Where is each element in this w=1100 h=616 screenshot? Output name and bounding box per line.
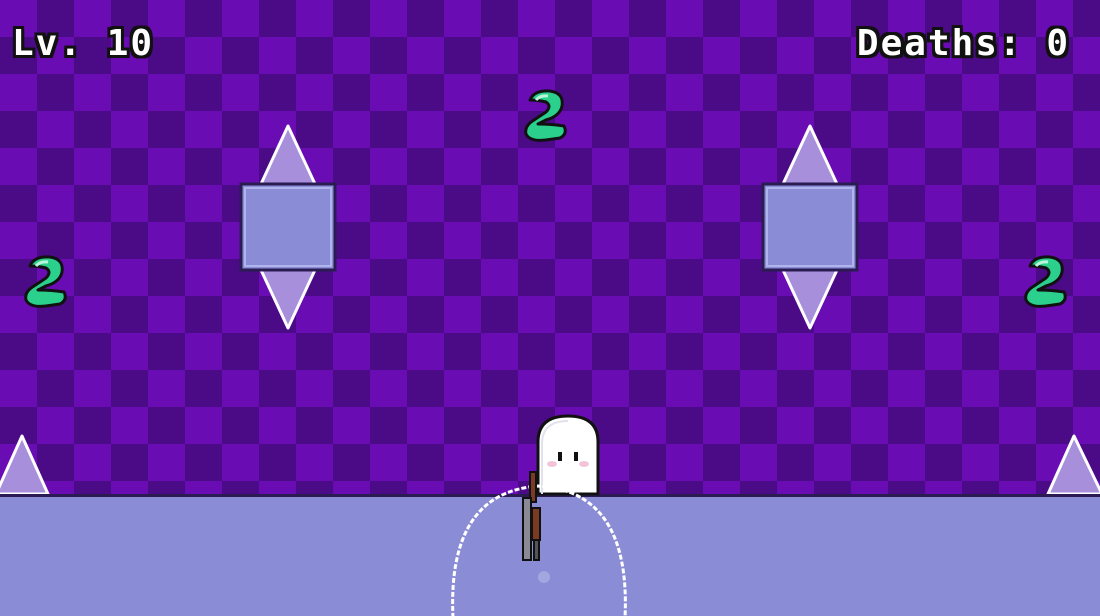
green-soul-icon	[24, 255, 67, 308]
aim-target-dot	[538, 571, 550, 583]
spiked-block-right	[761, 124, 859, 330]
solid-block	[239, 182, 337, 272]
spike-icon	[0, 434, 50, 496]
spike-icon	[259, 268, 317, 330]
spike-icon	[1046, 434, 1100, 496]
green-soul-icon	[1024, 255, 1067, 308]
game-stage[interactable]: Lv. 10 Deaths: 0	[0, 0, 1100, 616]
spiked-block-left	[239, 124, 337, 330]
green-soul-icon	[524, 89, 567, 142]
ghost-eye	[574, 452, 578, 461]
rifle-weapon	[522, 471, 541, 561]
solid-block	[761, 182, 859, 272]
level-indicator: Lv. 10	[12, 23, 155, 64]
spike-icon	[259, 124, 317, 186]
spike-icon	[781, 124, 839, 186]
ghost-eye	[558, 452, 562, 461]
death-counter: Deaths: 0	[856, 23, 1070, 64]
spike-icon	[781, 268, 839, 330]
